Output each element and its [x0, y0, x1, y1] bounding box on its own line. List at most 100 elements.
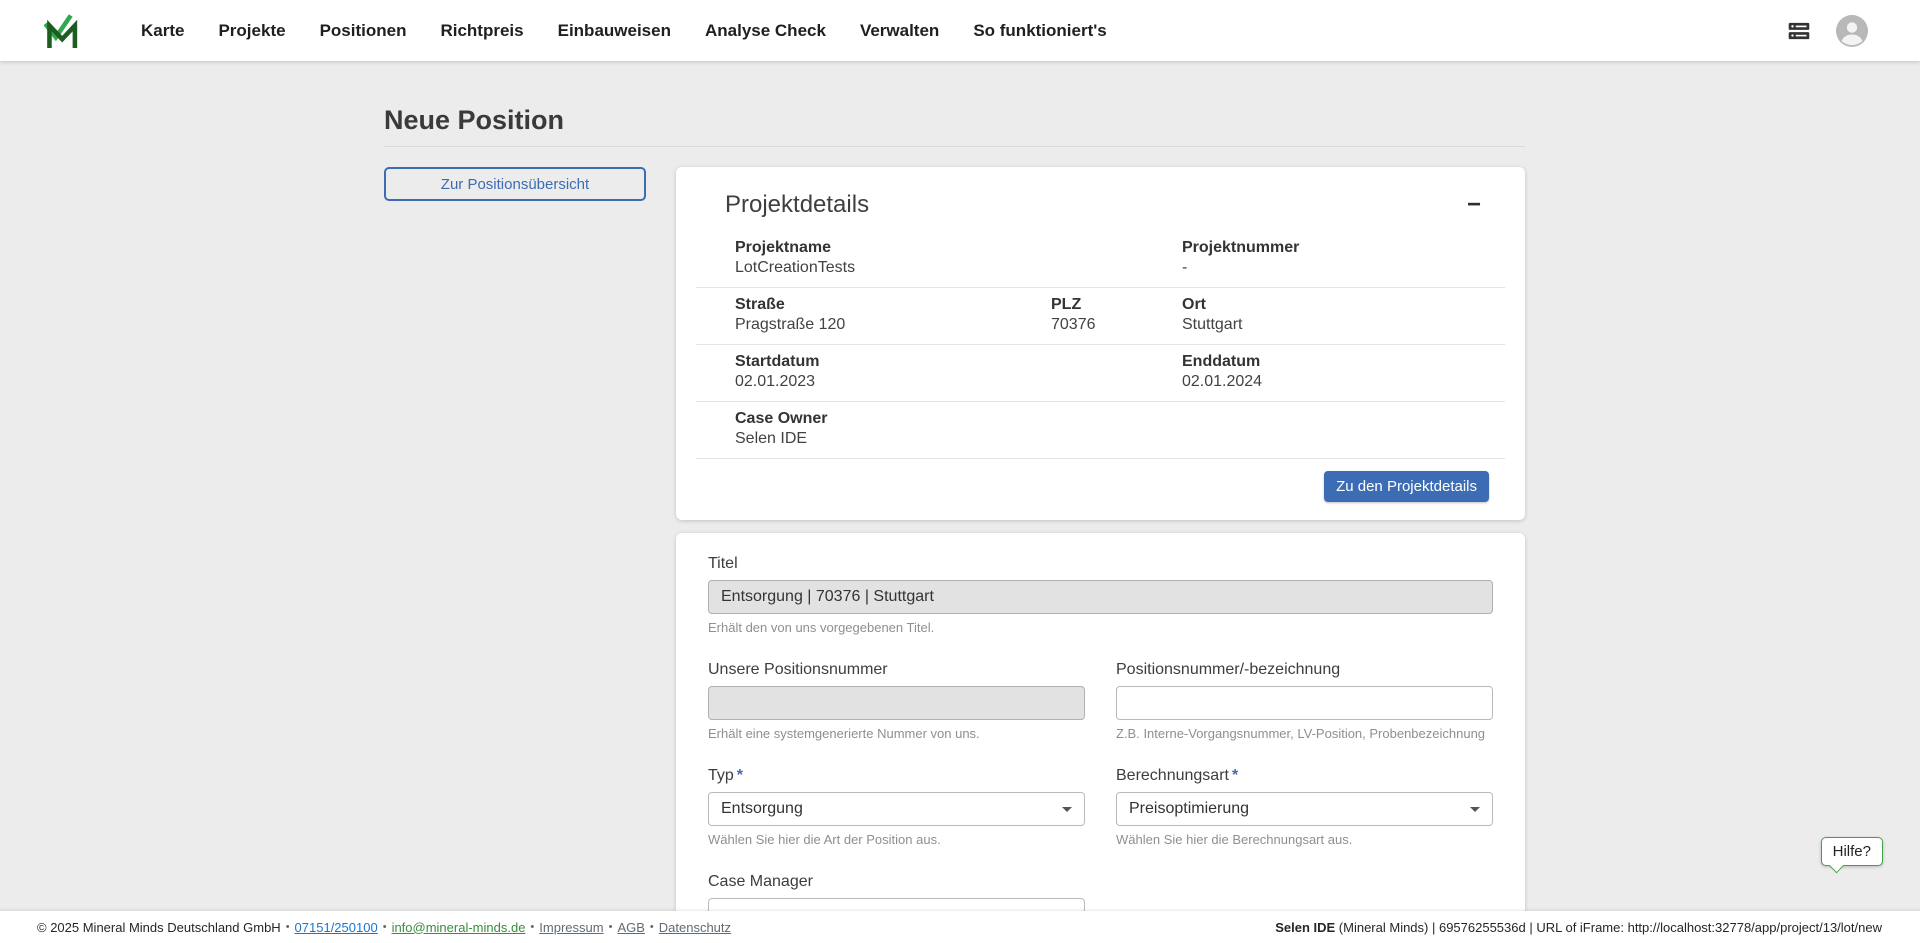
required-asterisk: * [1232, 767, 1238, 784]
copyright-text: © 2025 Mineral Minds Deutschland GmbH [37, 920, 281, 935]
projektname-value: LotCreationTests [735, 259, 1051, 277]
enddatum-value: 02.01.2024 [1182, 373, 1505, 391]
phone-link[interactable]: 07151/250100 [295, 920, 378, 935]
strasse-label: Straße [735, 296, 1051, 314]
separator-dot: • [530, 921, 534, 933]
startdatum-value: 02.01.2023 [735, 373, 1051, 391]
startdatum-cell: Startdatum 02.01.2023 [696, 353, 1051, 391]
nav-item-so-funktionierts[interactable]: So funktioniert's [973, 21, 1106, 41]
chevron-down-icon [1062, 807, 1072, 812]
content-column: Neue Position Zur Positionsübersicht Pro… [384, 61, 1525, 911]
positionsnummer-input[interactable] [1116, 686, 1493, 720]
projektdetails-card: Projektdetails − Projektname LotCreation… [676, 167, 1525, 520]
page-title: Neue Position [384, 105, 1525, 136]
nav-item-richtpreis[interactable]: Richtpreis [440, 21, 523, 41]
nav-item-karte[interactable]: Karte [141, 21, 184, 41]
left-column: Zur Positionsübersicht [384, 167, 646, 201]
agb-link[interactable]: AGB [617, 920, 644, 935]
server-icon[interactable] [1784, 18, 1814, 44]
startdatum-label: Startdatum [735, 353, 1051, 371]
projektnummer-cell: Projektnummer - [1182, 239, 1505, 277]
strasse-cell: Straße Pragstraße 120 [696, 296, 1051, 334]
unsere-positionsnummer-helper: Erhält eine systemgenerierte Nummer von … [708, 726, 1085, 741]
table-row: Case Owner Selen IDE [696, 402, 1505, 459]
hilfe-button[interactable]: Hilfe? [1821, 837, 1883, 866]
nav-right-icons [1784, 15, 1868, 47]
right-column: Projektdetails − Projektname LotCreation… [676, 167, 1525, 911]
berechnungsart-label-text: Berechnungsart [1116, 767, 1229, 784]
positionsnummer-helper: Z.B. Interne-Vorgangsnummer, LV-Position… [1116, 726, 1493, 741]
session-details: (Mineral Minds) | 69576255536d | URL of … [1335, 920, 1882, 935]
main-area: Neue Position Zur Positionsübersicht Pro… [0, 61, 1920, 911]
nav-item-projekte[interactable]: Projekte [218, 21, 285, 41]
plz-cell: PLZ 70376 [1051, 296, 1182, 334]
case-manager-label: Case Manager [708, 873, 1085, 891]
enddatum-label: Enddatum [1182, 353, 1505, 371]
user-avatar-icon[interactable] [1836, 15, 1868, 47]
mineral-minds-logo[interactable] [44, 14, 84, 48]
collapse-icon[interactable]: − [1467, 193, 1481, 217]
berechnungsart-select[interactable]: Preisoptimierung [1116, 792, 1493, 826]
table-row: Projektname LotCreationTests Projektnumm… [696, 231, 1505, 288]
impressum-link[interactable]: Impressum [539, 920, 603, 935]
projektnummer-value: - [1182, 259, 1505, 277]
nav-item-einbauweisen[interactable]: Einbauweisen [558, 21, 671, 41]
typ-select[interactable]: Entsorgung [708, 792, 1085, 826]
zu-den-projektdetails-button[interactable]: Zu den Projektdetails [1324, 471, 1489, 502]
strasse-value: Pragstraße 120 [735, 316, 1051, 334]
plz-value: 70376 [1051, 316, 1182, 334]
ort-cell: Ort Stuttgart [1182, 296, 1505, 334]
projektnummer-label: Projektnummer [1182, 239, 1505, 257]
nav-item-analyse-check[interactable]: Analyse Check [705, 21, 826, 41]
unsere-positionsnummer-label: Unsere Positionsnummer [708, 661, 1085, 679]
footer: © 2025 Mineral Minds Deutschland GmbH • … [0, 911, 1920, 943]
unsere-positionsnummer-input [708, 686, 1085, 720]
nav-item-positionen[interactable]: Positionen [320, 21, 407, 41]
berechnungsart-group: Berechnungsart* Preisoptimierung Wählen … [1116, 767, 1493, 847]
neue-position-form-card: Titel Erhält den von uns vorgegebenen Ti… [676, 533, 1525, 911]
titel-input [708, 580, 1493, 614]
case-owner-value: Selen IDE [735, 430, 1051, 448]
main-menu: Karte Projekte Positionen Richtpreis Ein… [141, 21, 1107, 41]
email-link[interactable]: info@mineral-minds.de [392, 920, 526, 935]
required-asterisk: * [737, 767, 743, 784]
berechnungsart-label: Berechnungsart* [1116, 767, 1493, 785]
typ-label: Typ* [708, 767, 1085, 785]
title-divider [384, 146, 1525, 147]
case-owner-cell: Case Owner Selen IDE [696, 410, 1051, 448]
positionsnummer-group: Positionsnummer/-bezeichnung Z.B. Intern… [1116, 661, 1493, 741]
typ-select-value: Entsorgung [721, 800, 803, 818]
logo-m-icon [44, 14, 84, 48]
separator-dot: • [383, 921, 387, 933]
top-nav: Karte Projekte Positionen Richtpreis Ein… [0, 0, 1920, 61]
project-details-table: Projektname LotCreationTests Projektnumm… [696, 231, 1505, 459]
ort-value: Stuttgart [1182, 316, 1505, 334]
case-manager-group: Case Manager [708, 873, 1085, 911]
enddatum-cell: Enddatum 02.01.2024 [1182, 353, 1505, 391]
separator-dot: • [609, 921, 613, 933]
table-row: Startdatum 02.01.2023 Enddatum 02.01.202… [696, 345, 1505, 402]
berechnungsart-select-value: Preisoptimierung [1129, 800, 1249, 818]
positionsuebersicht-button[interactable]: Zur Positionsübersicht [384, 167, 646, 201]
case-owner-label: Case Owner [735, 410, 1051, 428]
titel-label: Titel [708, 555, 1493, 573]
berechnungsart-helper: Wählen Sie hier die Berechnungsart aus. [1116, 832, 1493, 847]
plz-label: PLZ [1051, 296, 1182, 314]
separator-dot: • [650, 921, 654, 933]
typ-label-text: Typ [708, 767, 734, 784]
typ-group: Typ* Entsorgung Wählen Sie hier die Art … [708, 767, 1085, 847]
projektdetails-title: Projektdetails [725, 191, 869, 219]
footer-left: © 2025 Mineral Minds Deutschland GmbH • … [37, 920, 731, 935]
separator-dot: • [286, 921, 290, 933]
titel-helper: Erhält den von uns vorgegebenen Titel. [708, 620, 1493, 635]
chevron-down-icon [1470, 807, 1480, 812]
titel-field-group: Titel Erhält den von uns vorgegebenen Ti… [708, 555, 1493, 635]
session-user: Selen IDE [1275, 920, 1335, 935]
table-row: Straße Pragstraße 120 PLZ 70376 Ort Stut… [696, 288, 1505, 345]
datenschutz-link[interactable]: Datenschutz [659, 920, 731, 935]
ort-label: Ort [1182, 296, 1505, 314]
typ-helper: Wählen Sie hier die Art der Position aus… [708, 832, 1085, 847]
case-manager-input[interactable] [708, 898, 1085, 911]
nav-item-verwalten[interactable]: Verwalten [860, 21, 939, 41]
positionsnummer-label: Positionsnummer/-bezeichnung [1116, 661, 1493, 679]
